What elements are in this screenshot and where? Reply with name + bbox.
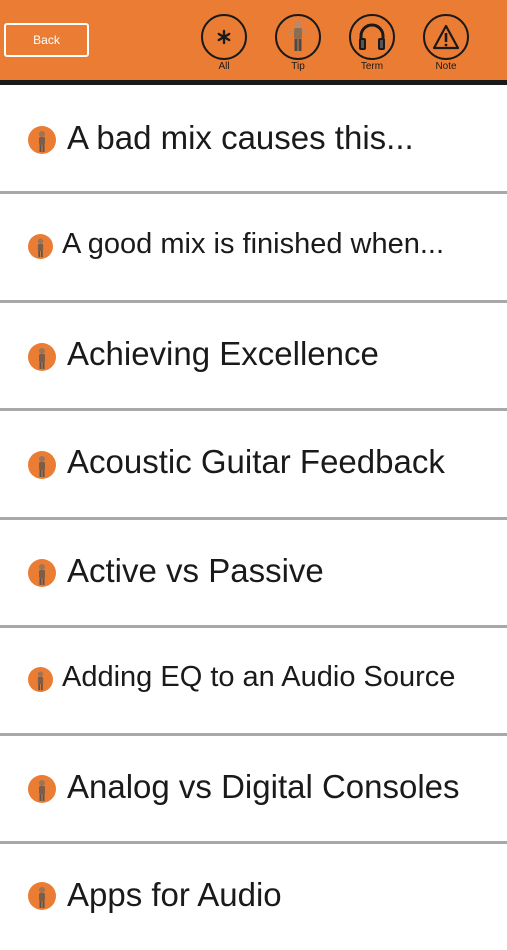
warning-triangle-icon xyxy=(423,14,469,60)
top-bar: Back All Tip Term Note xyxy=(0,0,507,80)
list-item[interactable]: Analog vs Digital Consoles xyxy=(0,736,507,842)
list-item-title: Active vs Passive xyxy=(67,552,324,589)
list-item[interactable]: Active vs Passive xyxy=(0,520,507,626)
list-item[interactable]: Acoustic Guitar Feedback xyxy=(0,411,507,517)
tip-person-icon xyxy=(28,882,56,910)
tip-person-icon xyxy=(28,775,56,803)
list-item-title: A bad mix causes this... xyxy=(67,119,414,156)
list-item-title: Analog vs Digital Consoles xyxy=(67,768,460,805)
list-item-title: Adding EQ to an Audio Source xyxy=(62,661,456,693)
filter-all-label: All xyxy=(218,61,230,72)
person-icon xyxy=(275,14,321,60)
list-item-title: Apps for Audio xyxy=(67,876,282,913)
tip-person-icon xyxy=(28,234,53,259)
list-item-title: Acoustic Guitar Feedback xyxy=(67,443,445,480)
filter-note-label: Note xyxy=(435,61,457,72)
list-item[interactable]: A bad mix causes this... xyxy=(0,85,507,191)
filter-term-label: Term xyxy=(360,61,384,72)
filter-tip-button[interactable]: Tip xyxy=(273,14,323,80)
list-item-title: Achieving Excellence xyxy=(67,335,379,372)
filter-term-button[interactable]: Term xyxy=(347,14,397,80)
list-item[interactable]: Achieving Excellence xyxy=(0,303,507,409)
headphones-icon xyxy=(349,14,395,60)
tip-person-icon xyxy=(28,126,56,154)
back-button[interactable]: Back xyxy=(4,23,89,57)
list-item[interactable]: Adding EQ to an Audio Source xyxy=(0,628,507,734)
filter-note-button[interactable]: Note xyxy=(421,14,471,80)
list-item[interactable]: A good mix is finished when... xyxy=(0,194,507,300)
tip-person-icon xyxy=(28,667,53,692)
tip-person-icon xyxy=(28,343,56,371)
filter-all-button[interactable]: All xyxy=(199,14,249,80)
list-item[interactable]: Apps for Audio xyxy=(0,844,507,950)
tip-person-icon xyxy=(28,451,56,479)
list-item-title: A good mix is finished when... xyxy=(62,228,445,260)
tip-person-icon xyxy=(28,559,56,587)
asterisk-icon xyxy=(201,14,247,60)
filter-tip-label: Tip xyxy=(291,61,305,72)
